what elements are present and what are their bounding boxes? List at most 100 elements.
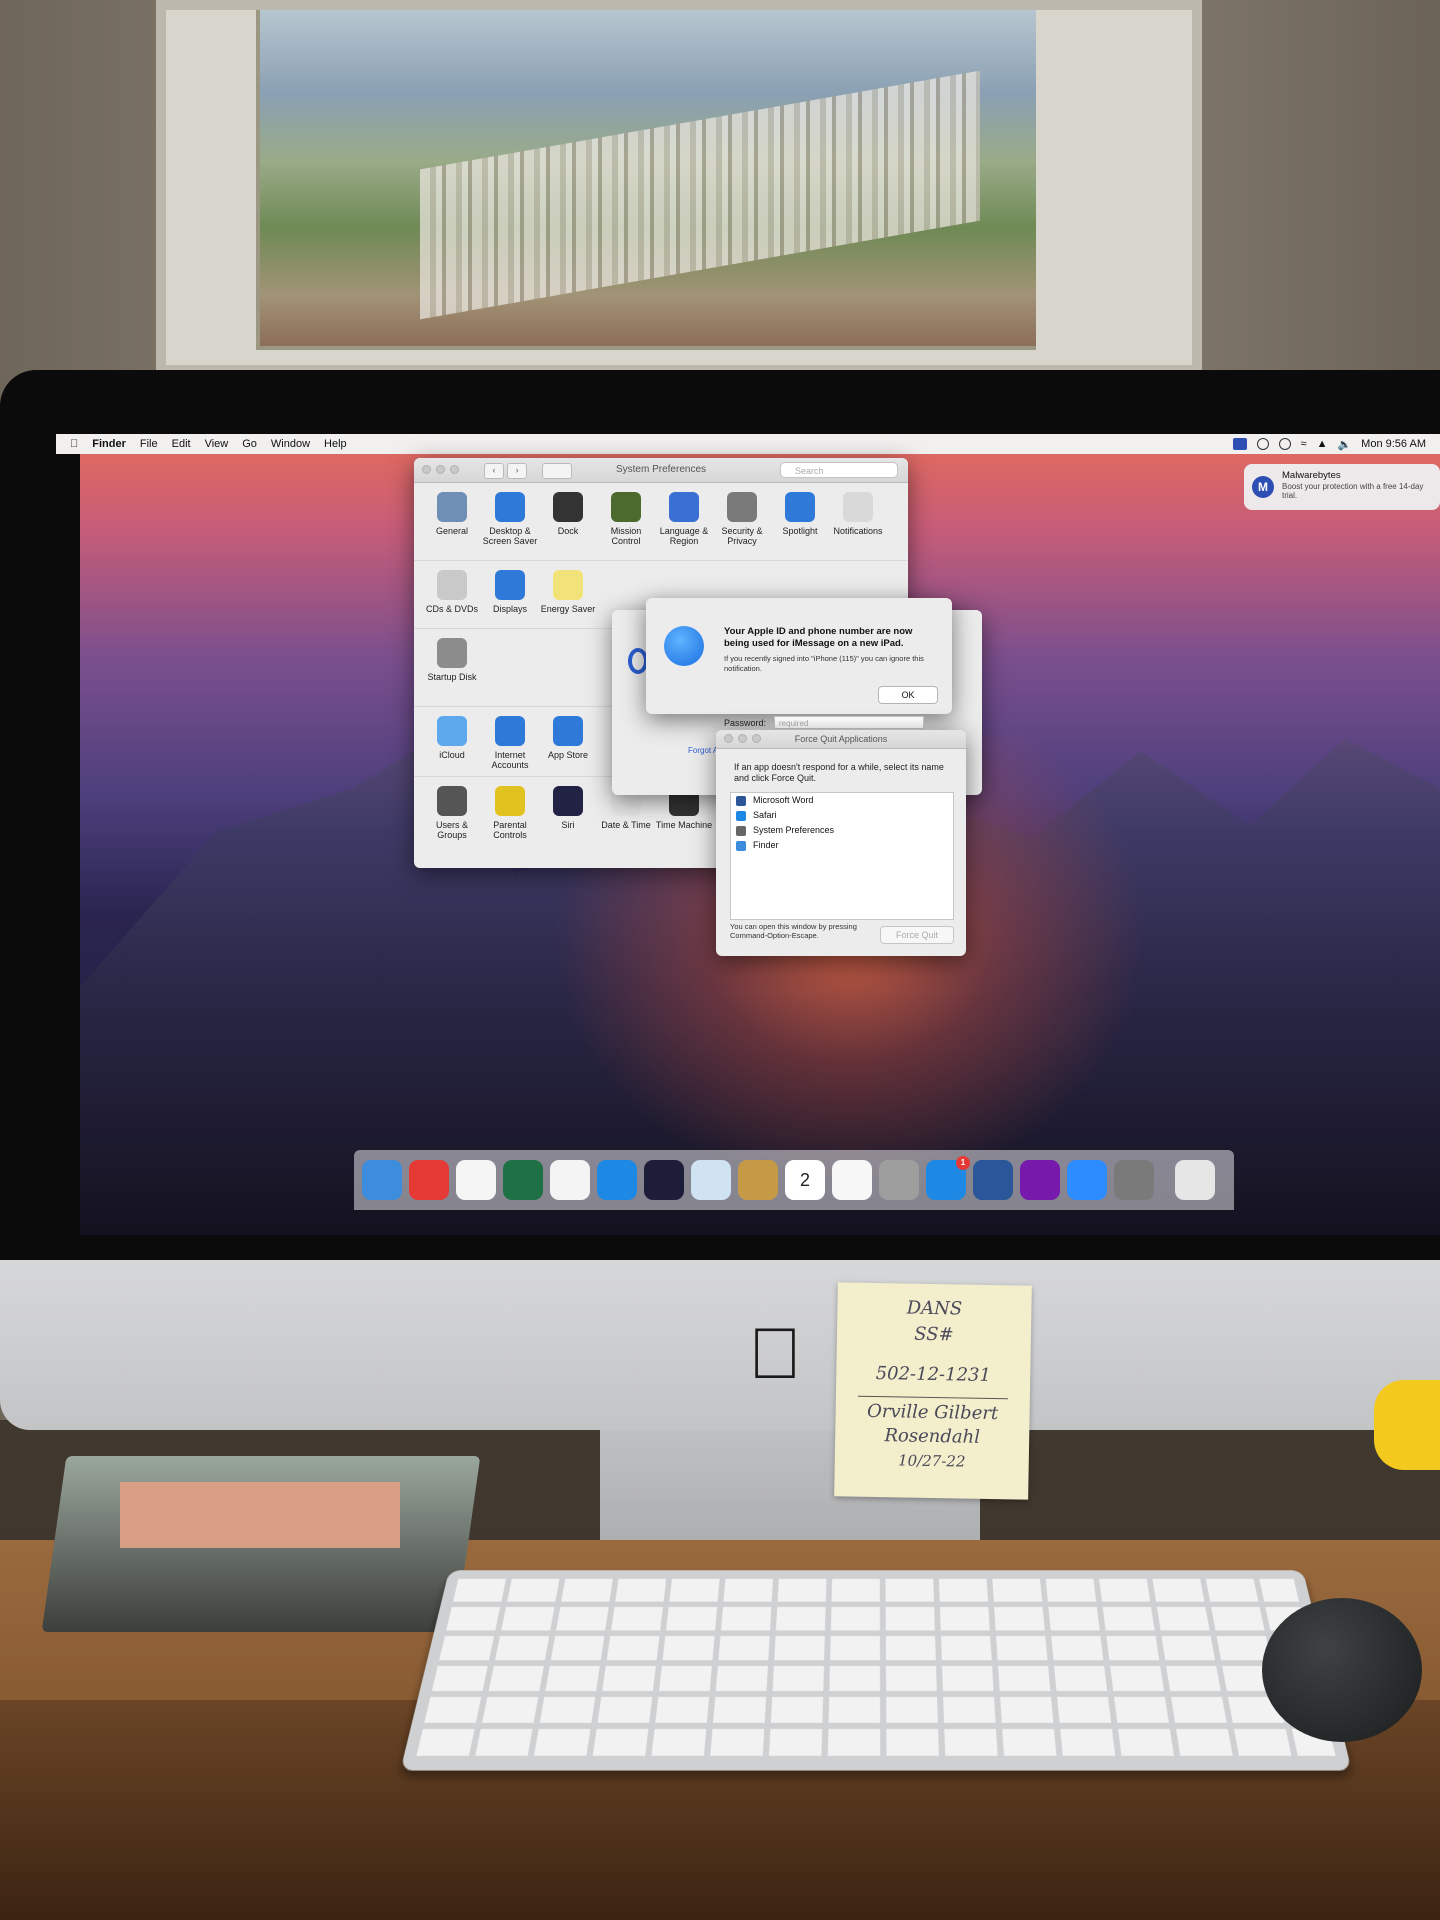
menu-app-name[interactable]: Finder bbox=[92, 438, 126, 450]
music-icon[interactable] bbox=[456, 1160, 496, 1200]
pref-siri[interactable]: Siri bbox=[538, 786, 598, 830]
apple-menu-icon[interactable]:  bbox=[70, 438, 78, 450]
pref-internet-accounts[interactable]: Internet Accounts bbox=[480, 716, 540, 770]
force-quit-app-row[interactable]: Safari bbox=[731, 808, 953, 823]
wifi-icon[interactable]: ≈ bbox=[1301, 438, 1307, 450]
displays-icon bbox=[495, 570, 525, 600]
minimize-button[interactable] bbox=[436, 465, 445, 474]
menu-file[interactable]: File bbox=[140, 438, 158, 450]
alert-body: If you recently signed into "iPhone (115… bbox=[724, 654, 939, 674]
menu-go[interactable]: Go bbox=[242, 438, 257, 450]
pref-dock[interactable]: Dock bbox=[538, 492, 598, 536]
menu-clock[interactable]: Mon 9:56 AM bbox=[1361, 438, 1426, 450]
excel-icon[interactable] bbox=[503, 1160, 543, 1200]
app-name: Microsoft Word bbox=[753, 795, 813, 805]
pref-desktop[interactable]: Desktop & Screen Saver bbox=[480, 492, 540, 546]
menu-view[interactable]: View bbox=[205, 438, 229, 450]
spotlight-icon bbox=[785, 492, 815, 522]
time-machine-menu-icon[interactable] bbox=[1279, 438, 1291, 450]
pref-label: Energy Saver bbox=[538, 604, 598, 614]
volume-icon[interactable]: 🔈 bbox=[1337, 438, 1351, 451]
imessage-alert: Your Apple ID and phone number are now b… bbox=[646, 598, 952, 714]
internet-accounts-icon bbox=[495, 716, 525, 746]
painting-town bbox=[420, 71, 980, 320]
pref-label: Mission Control bbox=[596, 526, 656, 546]
pref-security[interactable]: Security & Privacy bbox=[712, 492, 772, 546]
app-name: Finder bbox=[753, 840, 779, 850]
pref-label: Language & Region bbox=[654, 526, 714, 546]
pref-icloud[interactable]: iCloud bbox=[422, 716, 482, 760]
pref-displays[interactable]: Displays bbox=[480, 570, 540, 614]
force-quit-hint: You can open this window by pressing Com… bbox=[730, 922, 870, 940]
notification-title: Malwarebytes bbox=[1282, 470, 1341, 481]
pref-label: Date & Time bbox=[596, 820, 656, 830]
malwarebytes-menu-icon[interactable] bbox=[1233, 438, 1247, 450]
ok-button[interactable]: OK bbox=[878, 686, 938, 704]
menu-window[interactable]: Window bbox=[271, 438, 310, 450]
pref-parental[interactable]: Parental Controls bbox=[480, 786, 540, 840]
pref-cd[interactable]: CDs & DVDs bbox=[422, 570, 482, 614]
forgot-password-link[interactable]: Forgot A bbox=[688, 746, 718, 755]
force-quit-close-button[interactable] bbox=[724, 734, 733, 743]
chrome-icon[interactable] bbox=[550, 1160, 590, 1200]
forward-button[interactable]: › bbox=[507, 463, 527, 479]
zoom-button[interactable] bbox=[450, 465, 459, 474]
pref-mission-control[interactable]: Mission Control bbox=[596, 492, 656, 546]
password-field[interactable]: required bbox=[774, 716, 924, 729]
calendar-icon[interactable]: 2 bbox=[785, 1160, 825, 1200]
back-button[interactable]: ‹ bbox=[484, 463, 504, 479]
pref-label: iCloud bbox=[422, 750, 482, 760]
close-button[interactable] bbox=[422, 465, 431, 474]
siri-icon[interactable] bbox=[644, 1160, 684, 1200]
pref-notifications[interactable]: Notifications bbox=[828, 492, 888, 536]
photos-icon[interactable] bbox=[832, 1160, 872, 1200]
airplay-icon[interactable]: ▲ bbox=[1317, 438, 1328, 450]
pref-app-store[interactable]: App Store bbox=[538, 716, 598, 760]
icloud-icon bbox=[437, 716, 467, 746]
general-icon bbox=[437, 492, 467, 522]
finder-icon[interactable] bbox=[362, 1160, 402, 1200]
force-quit-app-row[interactable]: Microsoft Word bbox=[731, 793, 953, 808]
pref-label: Security & Privacy bbox=[712, 526, 772, 546]
pref-language[interactable]: Language & Region bbox=[654, 492, 714, 546]
search-input[interactable]: Search bbox=[780, 462, 898, 478]
menu-help[interactable]: Help bbox=[324, 438, 347, 450]
menu-edit[interactable]: Edit bbox=[172, 438, 191, 450]
app-name: System Preferences bbox=[753, 825, 834, 835]
force-quit-app-row[interactable]: System Preferences bbox=[731, 823, 953, 838]
window-controls bbox=[422, 465, 459, 474]
zoom-icon[interactable] bbox=[1067, 1160, 1107, 1200]
pref-spotlight[interactable]: Spotlight bbox=[770, 492, 830, 536]
system-preferences-titlebar: ‹ › System Preferences Search bbox=[414, 458, 908, 483]
safari-icon[interactable] bbox=[597, 1160, 637, 1200]
system-preferences-title: System Preferences bbox=[616, 464, 706, 475]
pref-general[interactable]: General bbox=[422, 492, 482, 536]
force-quit-description: If an app doesn't respond for a while, s… bbox=[734, 762, 954, 784]
info-menu-icon[interactable] bbox=[1257, 438, 1269, 450]
force-quit-minimize-button[interactable] bbox=[738, 734, 747, 743]
pref-energy[interactable]: Energy Saver bbox=[538, 570, 598, 614]
trash-icon[interactable] bbox=[1175, 1160, 1215, 1200]
preview-icon[interactable] bbox=[691, 1160, 731, 1200]
force-quit-zoom-button[interactable] bbox=[752, 734, 761, 743]
mission-control-icon bbox=[611, 492, 641, 522]
system-preferences-icon[interactable] bbox=[1114, 1160, 1154, 1200]
force-quit-app-row[interactable]: Finder bbox=[731, 838, 953, 853]
sticky-line-4: Orville Gilbert bbox=[835, 1400, 1029, 1424]
keyboard bbox=[400, 1570, 1351, 1770]
notes-icon[interactable] bbox=[738, 1160, 778, 1200]
malwarebytes-notification[interactable]: M Malwarebytes Boost your protection wit… bbox=[1244, 464, 1440, 510]
pref-label: Displays bbox=[480, 604, 540, 614]
app-store-icon[interactable]: 1 bbox=[926, 1160, 966, 1200]
apple-logo-icon:  bbox=[748, 1318, 808, 1390]
pref-startup-disk[interactable]: Startup Disk bbox=[422, 638, 482, 682]
password-label: Password: bbox=[724, 718, 766, 728]
force-quit-button[interactable]: Force Quit bbox=[880, 926, 954, 944]
pref-users[interactable]: Users & Groups bbox=[422, 786, 482, 840]
mail-icon[interactable] bbox=[409, 1160, 449, 1200]
sticky-line-2: SS# bbox=[837, 1322, 1031, 1346]
word-icon[interactable] bbox=[973, 1160, 1013, 1200]
calculator-icon[interactable] bbox=[879, 1160, 919, 1200]
show-all-button[interactable] bbox=[542, 463, 572, 479]
onenote-icon[interactable] bbox=[1020, 1160, 1060, 1200]
